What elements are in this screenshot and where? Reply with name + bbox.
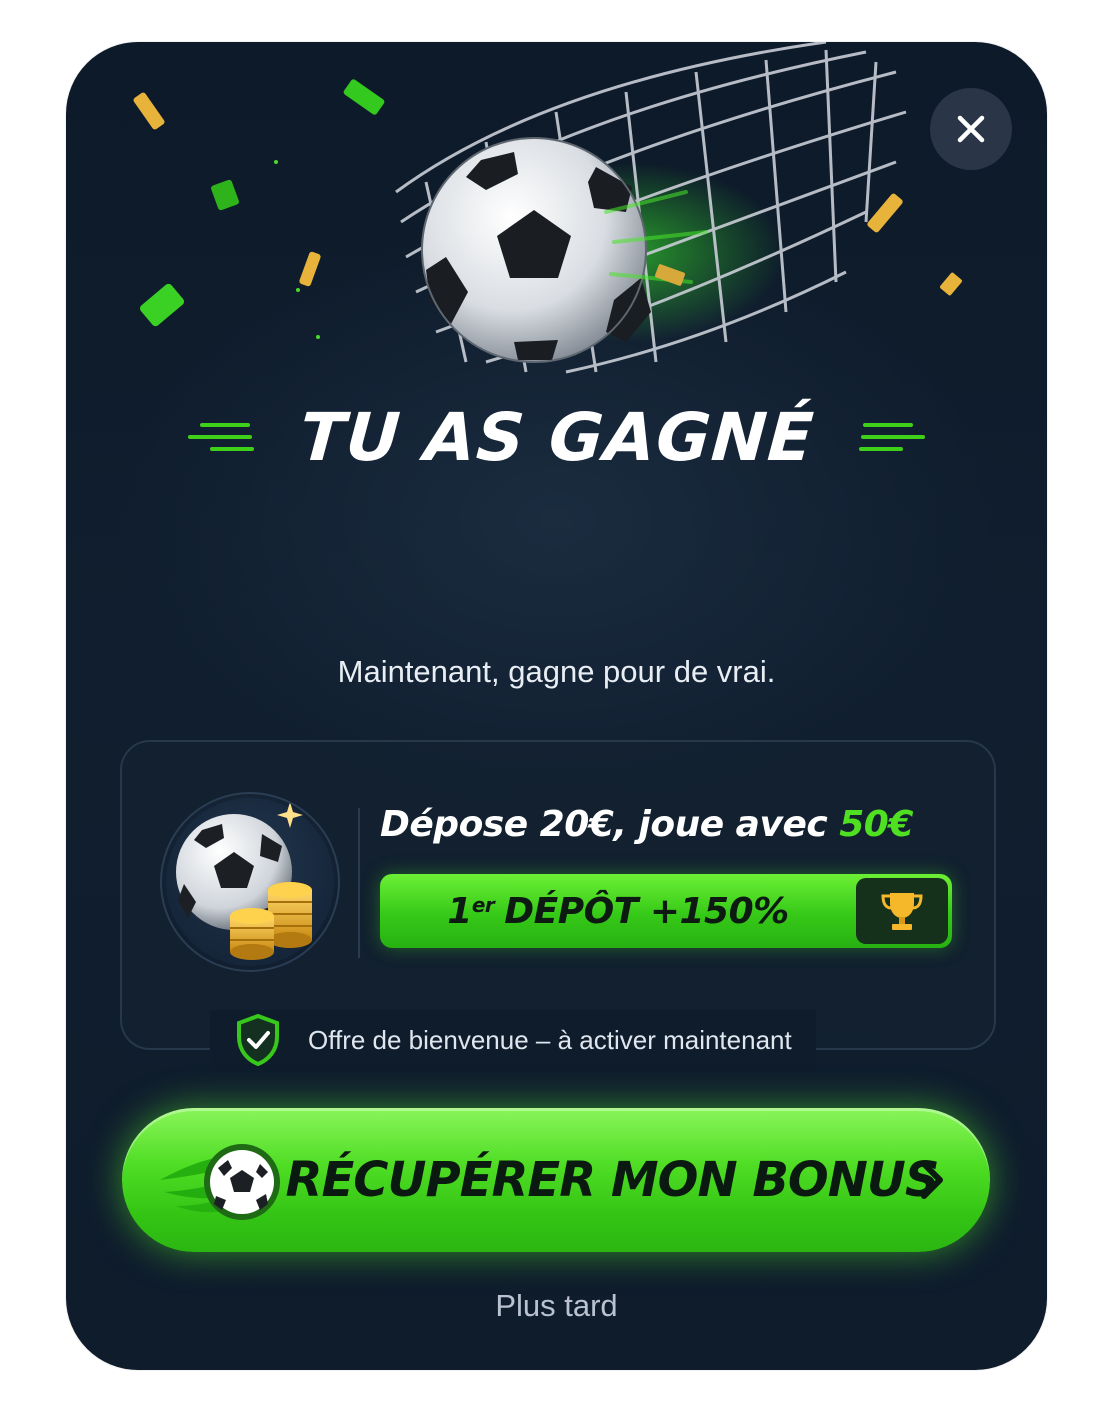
claim-bonus-button[interactable]: RÉCUPÉRER MON BONUS [122, 1108, 990, 1252]
offer-image [160, 792, 340, 972]
dialog-title: TU AS GAGNÉ [296, 398, 817, 476]
claim-bonus-label: RÉCUPÉRER MON BONUS [285, 1152, 940, 1208]
bonus-dialog: TU AS GAGNÉ Maintenant, gagne pour de vr… [66, 42, 1047, 1370]
deposit-label: DÉPÔT +150% [504, 890, 789, 932]
flaming-soccer-ball-icon [160, 1144, 280, 1220]
close-icon [957, 115, 985, 143]
card-divider [358, 808, 360, 958]
title-row: TU AS GAGNÉ [66, 392, 1047, 482]
speed-lines-left-icon [187, 423, 254, 451]
trophy-icon [881, 893, 923, 930]
deposit-bonus-text: 1 er DÉPÔT +150% [380, 874, 856, 948]
offer-headline: Dépose 20€, joue avec 50€ [380, 804, 913, 845]
speed-lines-right-icon [859, 423, 926, 451]
welcome-offer-row: Offre de bienvenue – à activer maintenan… [210, 1010, 816, 1070]
trophy-box [856, 878, 948, 944]
later-link[interactable]: Plus tard [66, 1288, 1047, 1324]
deposit-bonus-badge: 1 er DÉPÔT +150% [380, 874, 952, 948]
welcome-offer-text: Offre de bienvenue – à activer maintenan… [308, 1024, 792, 1055]
deposit-ordinal: 1 [447, 890, 472, 932]
soccer-goal-illustration [133, 42, 962, 374]
chevron-right-icon [921, 1161, 943, 1199]
soccer-ball-coins-icon [176, 802, 312, 960]
close-button[interactable] [930, 88, 1012, 170]
shield-check-icon [237, 1013, 279, 1067]
offer-headline-main: Dépose 20€, joue avec [380, 804, 840, 845]
offer-headline-amount: 50€ [839, 804, 913, 845]
offer-card: Dépose 20€, joue avec 50€ 1 er DÉPÔT +150% [120, 740, 996, 1050]
dialog-subtitle: Maintenant, gagne pour de vrai. [337, 654, 776, 689]
deposit-ordinal-sup: er [471, 893, 495, 917]
